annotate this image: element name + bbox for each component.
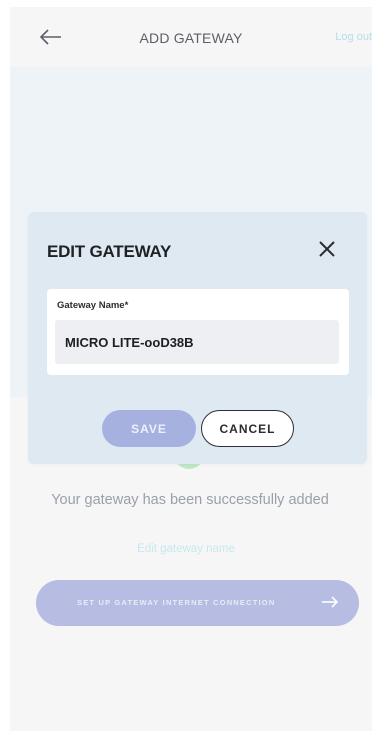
setup-button-label: SET UP GATEWAY INTERNET CONNECTION <box>77 598 276 607</box>
logout-link[interactable]: Log out <box>335 31 372 43</box>
success-message: Your gateway has been successfully added <box>51 492 329 508</box>
cancel-button[interactable]: CANCEL <box>201 410 294 447</box>
setup-internet-connection-button[interactable]: SET UP GATEWAY INTERNET CONNECTION <box>36 580 359 626</box>
top-bar: ADD GATEWAY Log out <box>10 7 372 67</box>
save-button[interactable]: SAVE <box>102 410 196 447</box>
arrow-right-icon <box>322 596 339 608</box>
gateway-name-label: Gateway Name* <box>57 300 129 311</box>
edit-gateway-name-link[interactable]: Edit gateway name <box>0 543 372 555</box>
gateway-name-input[interactable] <box>55 320 339 364</box>
gateway-name-field-group: Gateway Name* <box>47 289 349 375</box>
close-icon[interactable] <box>317 239 337 259</box>
page-title: ADD GATEWAY <box>139 30 243 46</box>
dialog-title: EDIT GATEWAY <box>47 242 172 261</box>
edit-gateway-dialog: EDIT GATEWAY Gateway Name* SAVE CANCEL <box>28 212 367 464</box>
